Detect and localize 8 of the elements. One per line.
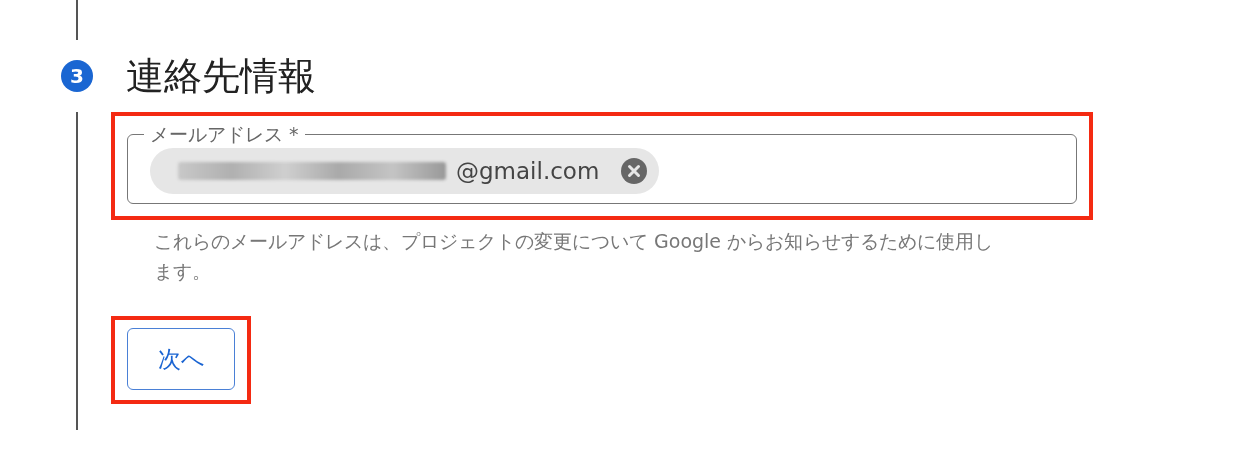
close-icon[interactable] — [621, 157, 648, 184]
section-title: 連絡先情報 — [126, 52, 316, 100]
step-number: 3 — [61, 60, 93, 92]
helper-text: これらのメールアドレスは、プロジェクトの変更について Google からお知らせするために使用します。 — [154, 229, 994, 284]
next-button[interactable]: 次へ — [127, 328, 235, 390]
chip-text: @gmail.com — [456, 157, 600, 184]
field-label: メールアドレス * — [149, 124, 300, 144]
email-field[interactable]: メールアドレス * @gmail.com — [127, 124, 1077, 204]
